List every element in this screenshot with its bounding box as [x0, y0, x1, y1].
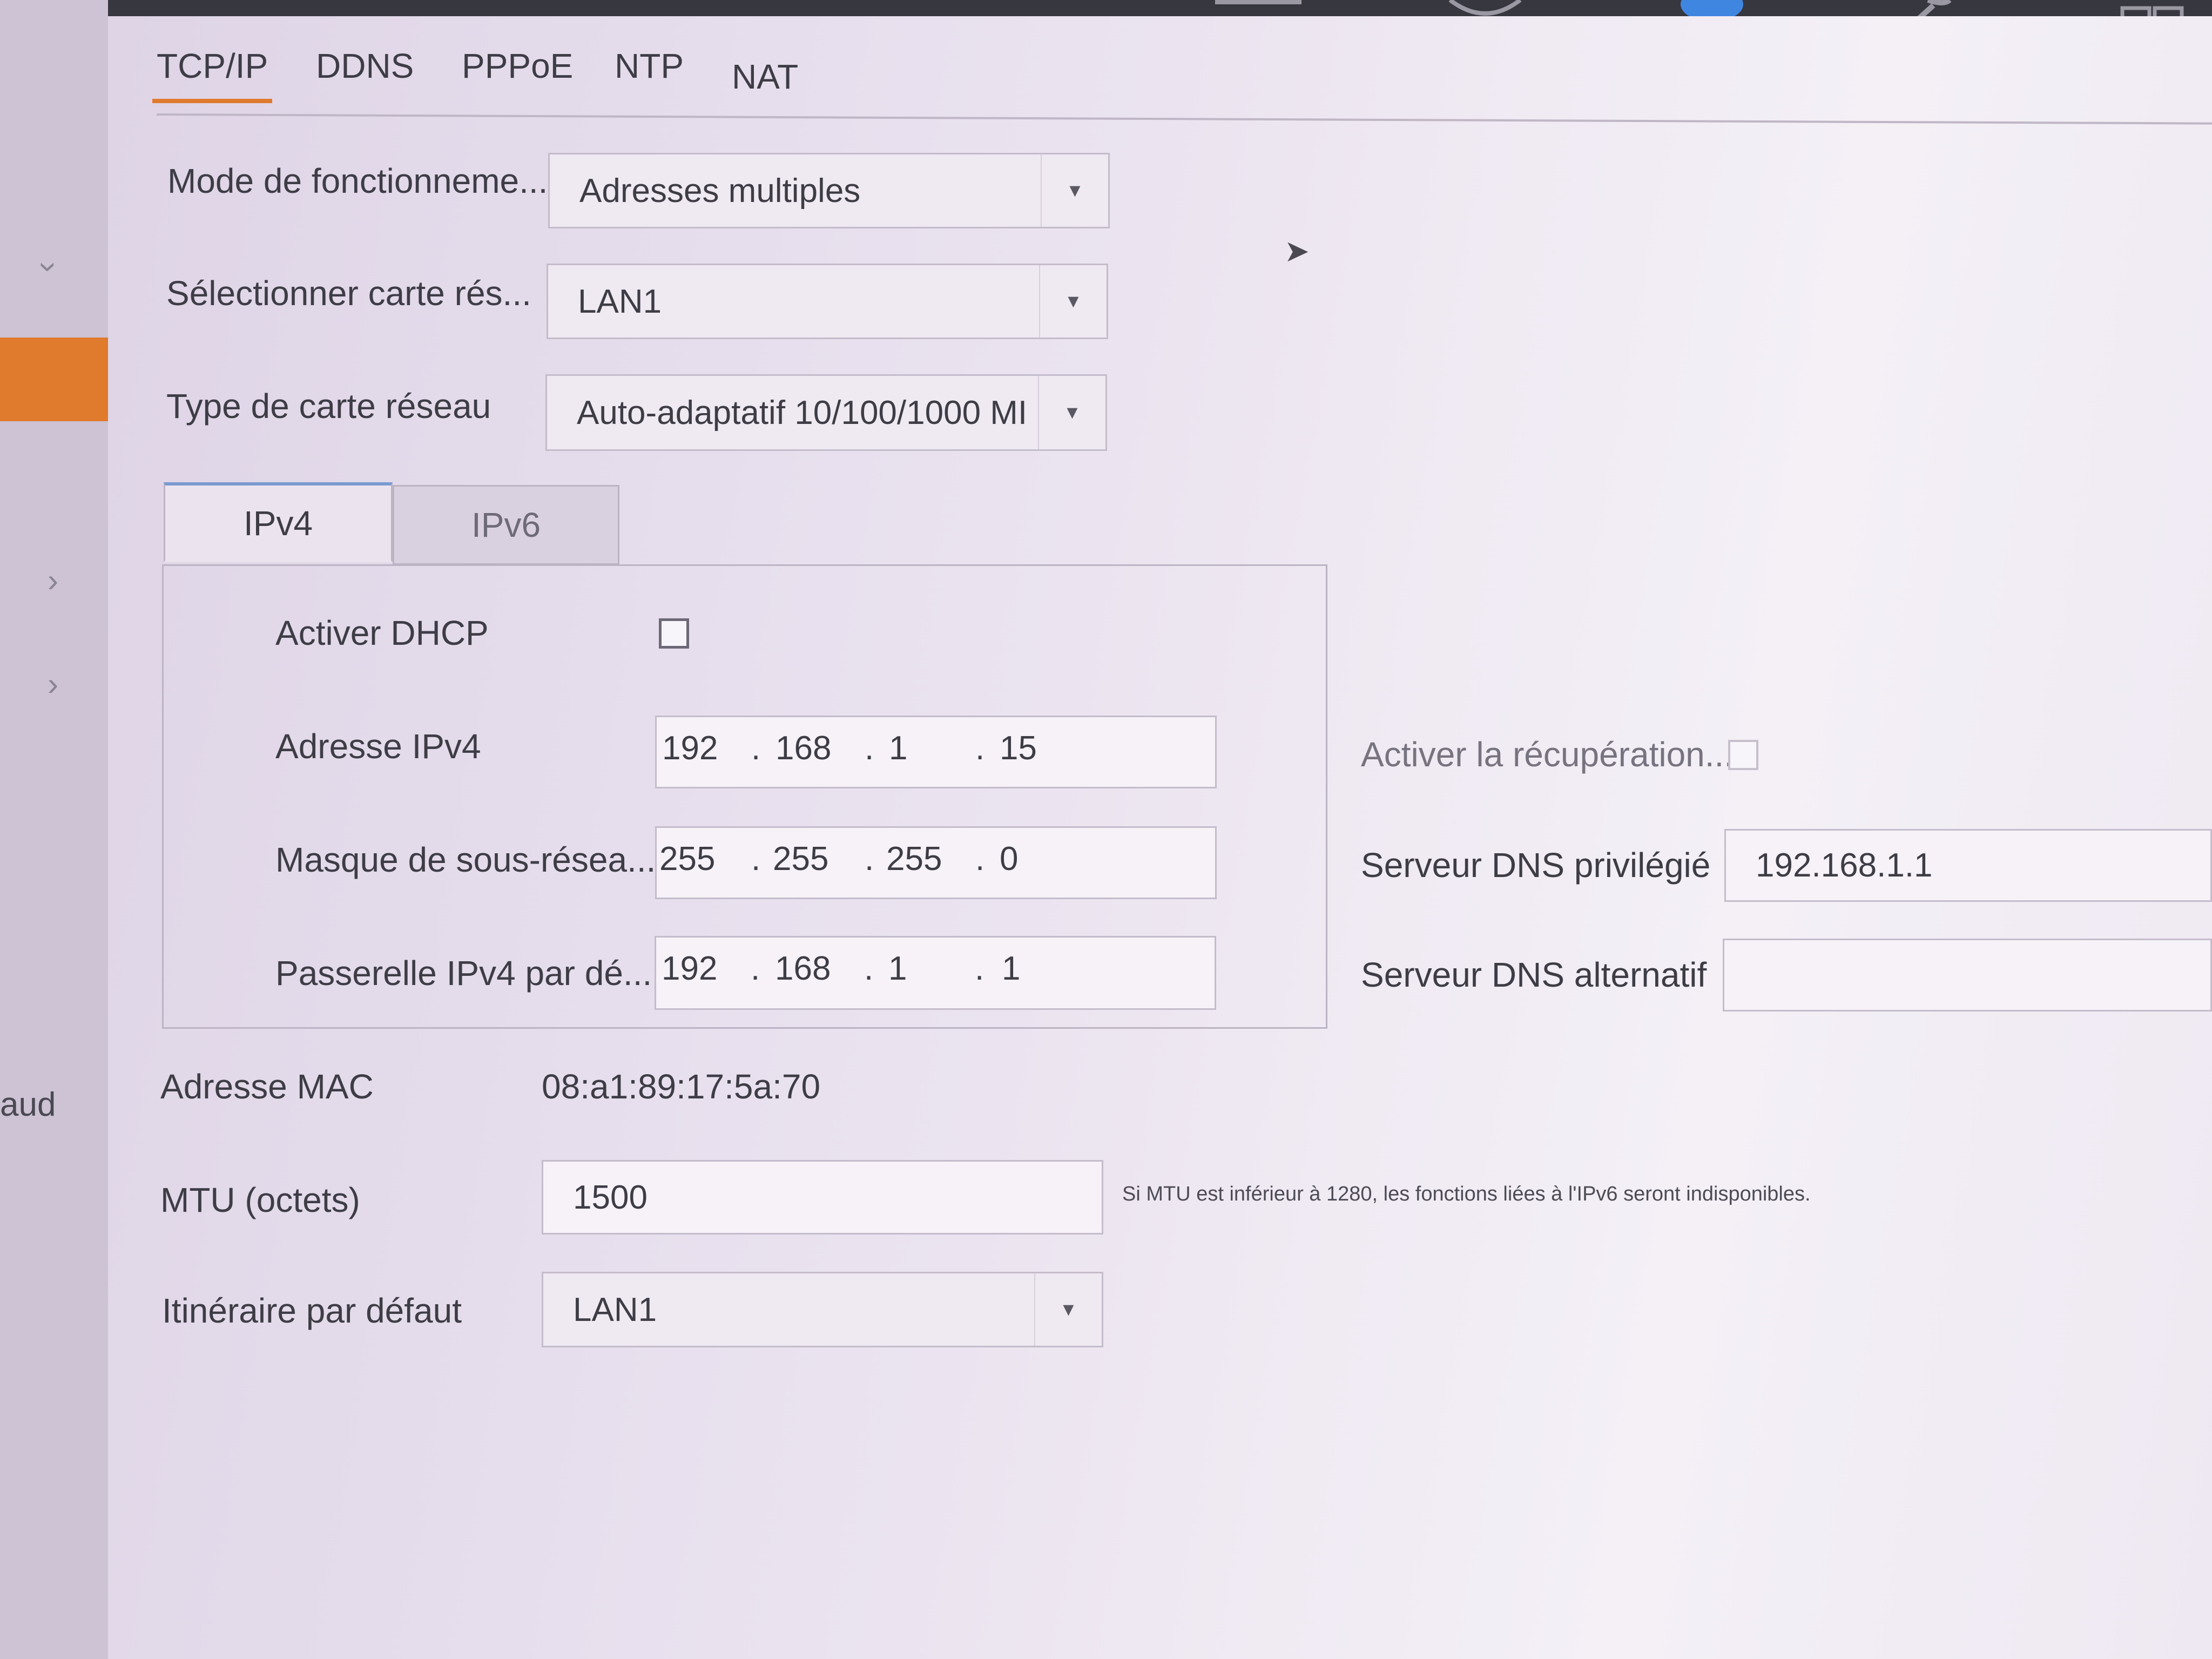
tab-nat[interactable]: NAT	[732, 57, 798, 97]
octet-3[interactable]: 1	[888, 949, 907, 988]
select-nic-value: LAN1	[578, 282, 662, 320]
octet-separator: .	[751, 730, 761, 767]
gateway-label: Passerelle IPv4 par dé...	[275, 954, 652, 993]
tab-ntp[interactable]: NTP	[615, 46, 684, 86]
octet-separator: .	[751, 840, 761, 878]
alternate-dns-label: Serveur DNS alternatif	[1361, 955, 1707, 994]
default-route-value: LAN1	[573, 1291, 657, 1328]
nic-type-value: Auto-adaptatif 10/100/1000 MI	[577, 394, 1028, 431]
sidebar-item-label[interactable]: aud	[0, 1085, 56, 1124]
octet-separator: .	[865, 840, 874, 878]
chevron-down-icon[interactable]: ▼	[1034, 1273, 1102, 1346]
tab-ipv4[interactable]: IPv4	[164, 482, 393, 562]
octet-separator: .	[751, 950, 760, 987]
ipv4-address-input[interactable]: 192 . 168 . 1 . 15	[655, 716, 1217, 788]
sidebar: › › › aud	[0, 0, 108, 1659]
preferred-dns-label: Serveur DNS privilégié	[1361, 846, 1711, 885]
mouse-pointer-icon: ➤	[1284, 234, 1310, 268]
chevron-down-icon[interactable]: ▼	[1038, 376, 1105, 449]
default-route-label: Itinéraire par défaut	[162, 1291, 462, 1330]
octet-2[interactable]: 168	[775, 729, 831, 767]
ipv4-address-label: Adresse IPv4	[275, 727, 481, 766]
octet-1[interactable]: 255	[659, 840, 715, 878]
octet-2[interactable]: 255	[773, 840, 828, 878]
octet-1[interactable]: 192	[662, 729, 718, 767]
tab-pppoe[interactable]: PPPoE	[462, 46, 573, 86]
toolbar-item-icon[interactable]	[1210, 0, 1307, 11]
octet-2[interactable]: 168	[775, 949, 831, 988]
tab-tcpip[interactable]: TCP/IP	[152, 46, 273, 103]
gateway-input[interactable]: 192 . 168 . 1 . 1	[655, 936, 1216, 1010]
octet-separator: .	[975, 950, 984, 987]
work-mode-value: Adresses multiples	[579, 172, 861, 210]
tab-ipv6[interactable]: IPv6	[393, 485, 619, 565]
dhcp-checkbox[interactable]	[659, 618, 689, 649]
screen: › › › aud TCP/IP DDNS PPPoE NTP NAT Mode…	[0, 0, 2212, 1659]
chevron-right-icon[interactable]: ›	[48, 665, 58, 703]
mtu-note: Si MTU est inférieur à 1280, les fonctio…	[1122, 1183, 1811, 1205]
octet-4[interactable]: 15	[1000, 729, 1037, 767]
default-route-select[interactable]: LAN1 ▼	[542, 1272, 1103, 1347]
mtu-input[interactable]: 1500	[542, 1160, 1103, 1235]
mtu-value: 1500	[573, 1178, 648, 1216]
chevron-right-icon[interactable]: ›	[48, 562, 58, 599]
subnet-mask-input[interactable]: 255 . 255 . 255 . 0	[655, 826, 1217, 899]
dhcp-label: Activer DHCP	[275, 613, 489, 652]
work-mode-label: Mode de fonctionneme...	[167, 161, 548, 200]
octet-separator: .	[865, 730, 874, 767]
dns-recovery-checkbox[interactable]	[1728, 740, 1758, 770]
nic-type-label: Type de carte réseau	[166, 387, 491, 426]
preferred-dns-value: 192.168.1.1	[1756, 847, 1933, 884]
chevron-down-icon[interactable]: ›	[31, 262, 68, 273]
octet-4[interactable]: 1	[1002, 949, 1020, 988]
chevron-down-icon[interactable]: ▼	[1041, 154, 1108, 227]
mtu-label: MTU (octets)	[160, 1181, 360, 1219]
octet-3[interactable]: 1	[889, 729, 907, 767]
nic-type-select[interactable]: Auto-adaptatif 10/100/1000 MI ▼	[545, 374, 1107, 451]
select-nic-label: Sélectionner carte rés...	[166, 274, 531, 313]
mac-address-value: 08:a1:89:17:5a:70	[542, 1067, 821, 1106]
dns-recovery-label: Activer la récupération...	[1361, 735, 1734, 774]
preferred-dns-input[interactable]: 192.168.1.1	[1724, 829, 2212, 902]
octet-separator: .	[975, 840, 985, 878]
alternate-dns-input[interactable]	[1723, 939, 2212, 1011]
octet-1[interactable]: 192	[662, 949, 717, 988]
mac-address-label: Adresse MAC	[160, 1067, 374, 1106]
chevron-down-icon[interactable]: ▼	[1039, 265, 1107, 338]
octet-3[interactable]: 255	[886, 840, 942, 878]
subnet-mask-label: Masque de sous-résea...	[275, 840, 656, 879]
octet-4[interactable]: 0	[1000, 840, 1018, 878]
octet-separator: .	[864, 950, 874, 987]
octet-separator: .	[975, 730, 985, 767]
tab-ddns[interactable]: DDNS	[316, 46, 414, 86]
work-mode-select[interactable]: Adresses multiples ▼	[548, 153, 1110, 228]
select-nic-select[interactable]: LAN1 ▼	[547, 264, 1108, 339]
sidebar-active-item[interactable]	[0, 338, 108, 421]
